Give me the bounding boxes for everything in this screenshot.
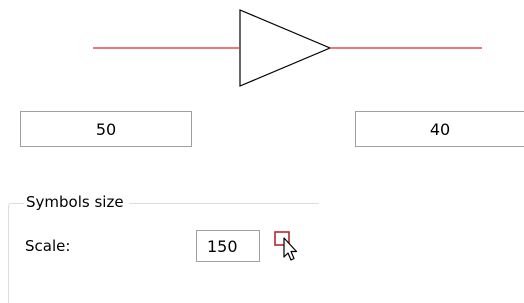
right-value-text: 40 [429, 120, 451, 139]
scale-input[interactable] [196, 230, 260, 262]
symbol-preview [93, 9, 482, 87]
left-value-field[interactable]: 50 [20, 111, 192, 147]
select-region-icon [274, 231, 298, 261]
amplifier-triangle-symbol [239, 9, 332, 87]
left-value-text: 50 [95, 120, 117, 139]
pick-scale-button[interactable] [273, 230, 313, 266]
right-value-field[interactable]: 40 [355, 111, 524, 147]
scale-label: Scale: [25, 237, 71, 255]
symbols-size-title: Symbols size [24, 192, 129, 212]
